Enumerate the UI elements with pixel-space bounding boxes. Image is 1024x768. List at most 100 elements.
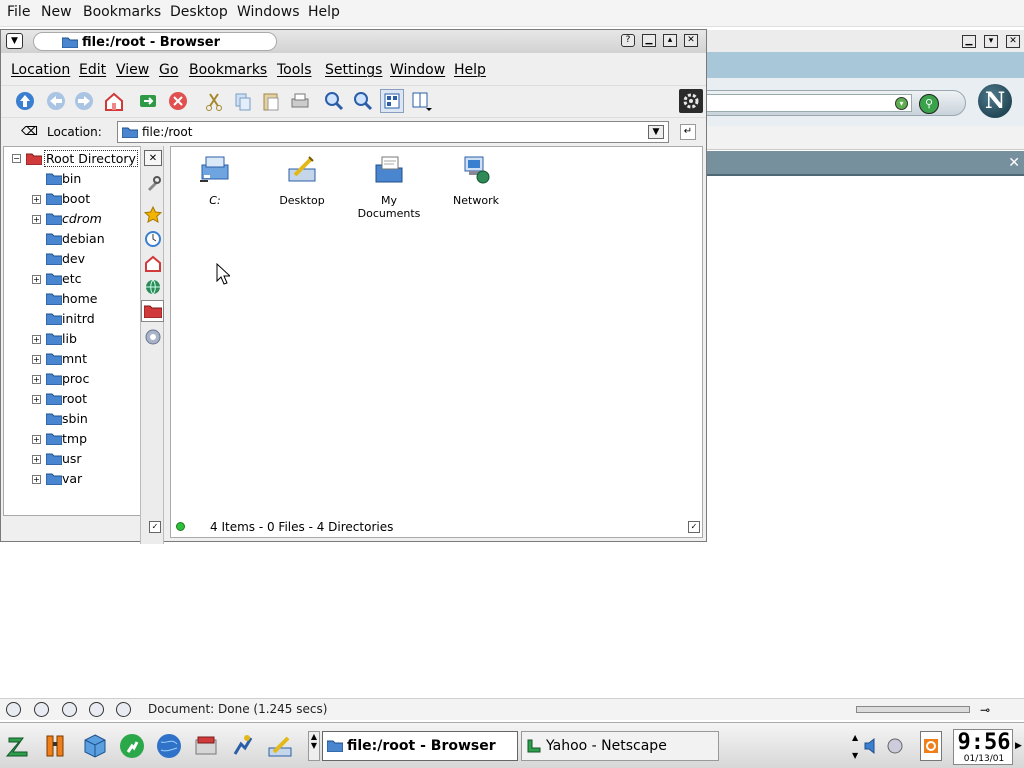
home-icon[interactable]: [102, 89, 126, 113]
tree-item-boot[interactable]: + boot: [4, 189, 140, 209]
network-globe-icon[interactable]: [143, 276, 163, 298]
file-item-desktop[interactable]: Desktop: [262, 153, 342, 207]
expand-icon[interactable]: +: [32, 375, 41, 384]
tree-item-dev[interactable]: dev: [4, 249, 140, 269]
menu-view[interactable]: View: [116, 62, 149, 78]
file-cabinet-icon[interactable]: [191, 731, 221, 761]
print-icon[interactable]: [288, 89, 312, 113]
tree-root[interactable]: − Root Directory: [12, 149, 144, 169]
tree-item-var[interactable]: + var: [4, 469, 140, 489]
mixer-icon[interactable]: [884, 731, 906, 761]
task-button-0[interactable]: file:/root - Browser: [322, 731, 518, 761]
instant-messenger-icon[interactable]: [62, 702, 77, 717]
task-button-1[interactable]: Yahoo - Netscape: [521, 731, 719, 761]
split-view-icon[interactable]: [409, 89, 433, 113]
tree-item-proc[interactable]: + proc: [4, 369, 140, 389]
menu-desktop[interactable]: Desktop: [170, 4, 228, 20]
tree-item-lib[interactable]: + lib: [4, 329, 140, 349]
tray-arrow-icon[interactable]: ▶: [1015, 741, 1022, 751]
menu-file[interactable]: File: [7, 4, 30, 20]
close-icon[interactable]: ✕: [1008, 155, 1020, 171]
menu-tools[interactable]: Tools: [277, 62, 312, 78]
menu-go[interactable]: Go: [159, 62, 178, 78]
reload-icon[interactable]: [136, 89, 160, 113]
tree-item-home[interactable]: home: [4, 289, 140, 309]
expand-icon[interactable]: +: [32, 275, 41, 284]
close-button[interactable]: ✕: [1006, 35, 1020, 48]
task-scroll-icon[interactable]: ▲ ▼: [308, 731, 320, 761]
tray-scroll-icon[interactable]: ▲ ▼: [852, 733, 860, 760]
forward-arrow-icon[interactable]: [72, 89, 96, 113]
menu-new[interactable]: New: [41, 4, 72, 20]
expand-icon[interactable]: +: [32, 435, 41, 444]
tree-item-root[interactable]: + root: [4, 389, 140, 409]
tree-item-tmp[interactable]: + tmp: [4, 429, 140, 449]
tree-item-mnt[interactable]: + mnt: [4, 349, 140, 369]
history-clock-icon[interactable]: [143, 228, 163, 250]
desktop-paint-icon[interactable]: [265, 731, 295, 761]
expand-icon[interactable]: +: [32, 395, 41, 404]
root-folder-tab-icon[interactable]: [141, 300, 164, 322]
menu-help[interactable]: Help: [308, 4, 340, 20]
window-menu-button[interactable]: ▼: [6, 33, 23, 49]
cut-icon[interactable]: [202, 89, 226, 113]
copy-icon[interactable]: [231, 89, 255, 113]
runner-icon[interactable]: [117, 731, 147, 761]
file-item-c-drive[interactable]: C:: [175, 153, 255, 207]
help-button[interactable]: ?: [621, 34, 635, 47]
search-icon[interactable]: ⚲: [919, 94, 939, 114]
navigator-icon[interactable]: [6, 702, 21, 717]
menu-bookmarks[interactable]: Bookmarks: [189, 62, 267, 78]
composer-icon[interactable]: [89, 702, 104, 717]
expand-icon[interactable]: +: [32, 455, 41, 464]
settings-icon[interactable]: [143, 326, 163, 348]
start-menu-icon[interactable]: [4, 731, 34, 761]
bookmarks-star-icon[interactable]: [143, 204, 163, 226]
window-titlebar[interactable]: ▼ file:/root - Browser ? ▁ ▴ ✕: [1, 30, 706, 53]
link-view-icon[interactable]: ✓: [688, 521, 700, 533]
collapse-icon[interactable]: −: [12, 154, 21, 163]
volume-icon[interactable]: [862, 731, 882, 761]
menu-help[interactable]: Help: [454, 62, 486, 78]
back-arrow-icon[interactable]: [44, 89, 68, 113]
tree-item-usr[interactable]: + usr: [4, 449, 140, 469]
clock[interactable]: 9:56 01/13/01: [953, 729, 1013, 765]
expand-icon[interactable]: +: [32, 215, 41, 224]
menu-window[interactable]: Window: [390, 62, 445, 78]
icon-view-icon[interactable]: [380, 89, 404, 113]
file-item-my-documents[interactable]: My Documents: [349, 153, 429, 220]
services-icon[interactable]: [143, 173, 163, 195]
life-vest-icon[interactable]: [40, 731, 70, 761]
throbber-gear-icon[interactable]: [679, 89, 703, 113]
maximize-button[interactable]: ▾: [984, 35, 998, 48]
url-input[interactable]: ▾: [706, 94, 912, 112]
mail-icon[interactable]: [34, 702, 49, 717]
link-view-icon[interactable]: ✓: [149, 521, 161, 533]
location-input[interactable]: file:/root: [117, 121, 669, 143]
menu-bookmarks[interactable]: Bookmarks: [83, 4, 161, 20]
dropdown-icon[interactable]: ▾: [895, 97, 908, 110]
tree-item-bin[interactable]: bin: [4, 169, 140, 189]
close-sidebar-icon[interactable]: ✕: [144, 150, 162, 166]
expand-icon[interactable]: +: [32, 195, 41, 204]
menu-edit[interactable]: Edit: [79, 62, 106, 78]
menu-location[interactable]: Location: [11, 62, 70, 78]
menu-windows[interactable]: Windows: [237, 4, 300, 20]
minimize-button[interactable]: ▁: [642, 34, 656, 47]
up-arrow-icon[interactable]: [13, 89, 37, 113]
maximize-button[interactable]: ▴: [663, 34, 677, 47]
games-icon[interactable]: [228, 731, 258, 761]
paste-icon[interactable]: [259, 89, 283, 113]
clear-location-icon[interactable]: ⌫: [21, 124, 38, 138]
tree-item-sbin[interactable]: sbin: [4, 409, 140, 429]
file-item-network[interactable]: Network: [436, 153, 516, 207]
zoom-in-icon[interactable]: [322, 89, 346, 113]
cube-icon[interactable]: [80, 731, 110, 761]
tree-item-etc[interactable]: + etc: [4, 269, 140, 289]
expand-icon[interactable]: +: [32, 475, 41, 484]
security-lock-icon[interactable]: ⊸: [980, 703, 990, 717]
tree-item-debian[interactable]: debian: [4, 229, 140, 249]
stop-icon[interactable]: [166, 89, 190, 113]
address-book-icon[interactable]: [116, 702, 131, 717]
close-button[interactable]: ✕: [684, 34, 698, 47]
